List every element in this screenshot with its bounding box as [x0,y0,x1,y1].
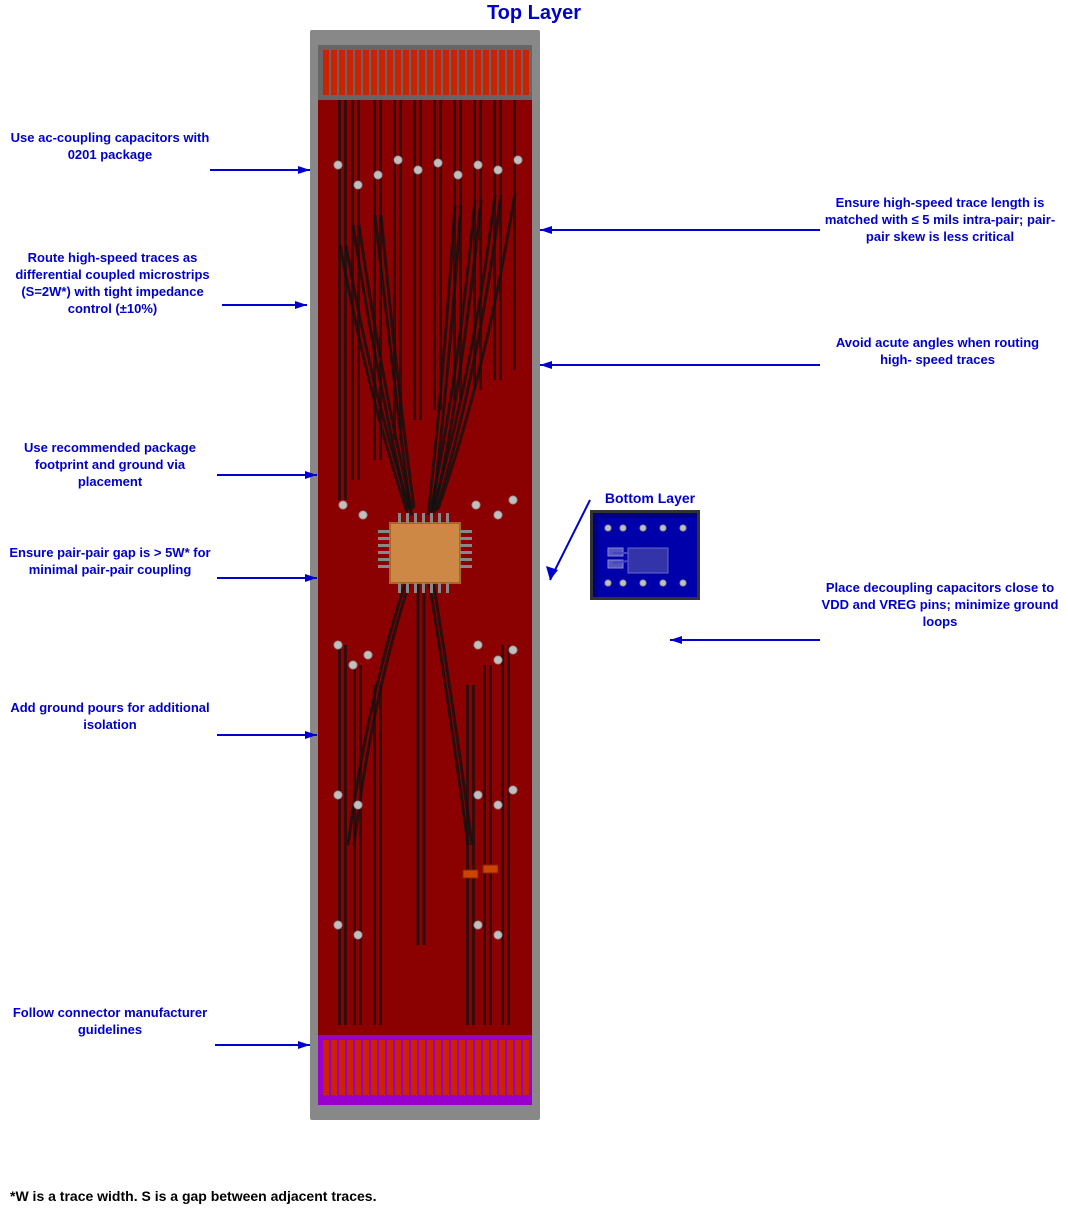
ground-pours-annotation: Add ground pours for additional isolatio… [5,700,215,734]
ground-pours-arrow [217,725,317,745]
follow-connector-arrow [215,1035,320,1055]
pair-gap-arrow [217,568,317,588]
bottom-layer-image [590,510,700,600]
avoid-acute-annotation: Avoid acute angles when routing high- sp… [820,335,1055,369]
high-speed-traces-arrow [222,295,322,315]
trace-length-arrow [540,220,825,240]
follow-connector-annotation: Follow connector manufacturer guidelines [10,1005,210,1039]
pcb-container [310,30,540,1120]
package-footprint-annotation: Use recommended package footprint and gr… [5,440,215,491]
ac-coupling-annotation: Use ac-coupling capacitors with 0201 pac… [10,130,210,164]
decoupling-arrow [670,620,830,660]
avoid-acute-arrow [540,355,825,375]
pair-gap-annotation: Ensure pair-pair gap is > 5W* for minima… [5,545,215,579]
footer-note: *W is a trace width. S is a gap between … [10,1187,376,1207]
decoupling-annotation: Place decoupling capacitors close to VDD… [820,580,1060,631]
bottom-layer-label: Bottom Layer [590,490,710,506]
pcb-traces [318,45,532,1105]
package-footprint-arrow [217,465,317,485]
bottom-layer-arrow [540,490,600,600]
trace-length-annotation: Ensure high-speed trace length is matche… [820,195,1060,246]
bottom-layer-container: Bottom Layer [590,490,710,600]
ac-coupling-arrow [210,160,330,180]
page-title: Top Layer [0,2,1068,25]
pcb-outer [310,30,540,1120]
high-speed-traces-annotation: Route high-speed traces as differential … [5,250,220,318]
